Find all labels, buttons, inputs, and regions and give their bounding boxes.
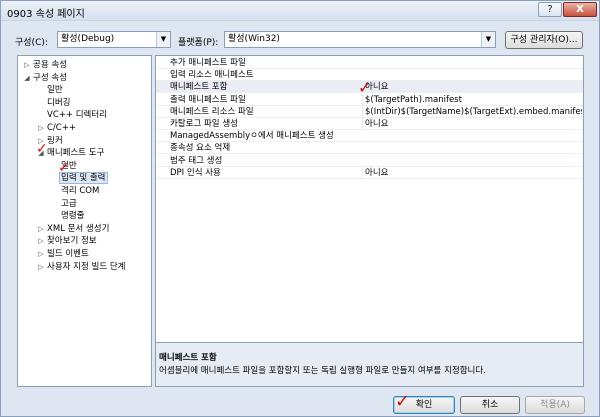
close-button[interactable]: X [563,2,597,17]
checkmark-annotation-icon: ✓ [58,160,70,176]
property-value[interactable]: $(IntDir)$(TargetName)$(TargetExt).embed… [362,105,582,118]
tree-item[interactable]: ▷ 공용 속성 [22,59,68,71]
property-name: 종속성 요소 억제 [170,143,231,154]
tree-item-label: 사용자 지정 빌드 단계 [47,261,126,272]
property-name: 매니페스트 포함 [170,82,228,93]
description-panel: 매니페스트 포함 어셈블리에 매니페스트 파일을 포함할지 또는 독립 실행형 … [155,343,584,387]
property-name: ManagedAssemblyㅇ에서 매니페스트 생성 [170,131,334,142]
property-name: 출력 매니페스트 파일 [170,94,246,105]
config-manager-button[interactable]: 구성 관리자(O)... [505,31,583,49]
property-value[interactable]: 아니요 [362,118,582,130]
property-name: 추가 매니페스트 파일 [170,58,246,68]
property-name: 카탈로그 파일 생성 [170,119,238,129]
property-value[interactable]: 아니요 [362,166,582,179]
apply-button[interactable]: 적용(A) [525,396,585,414]
property-pages-window: 0903 속성 페이지 ? X 구성(C): 활성(Debug) ▼ 플랫폼(P… [0,0,600,417]
expand-arrow-icon[interactable]: ▷ [22,59,32,71]
expand-arrow-icon[interactable]: ◢ [22,72,32,84]
tree-item[interactable]: 명령줄 [50,210,85,222]
checkmark-annotation-icon: ✓ [395,391,411,412]
tree-item-label: 공용 속성 [33,60,67,70]
property-row[interactable]: DPI 인식 사용 아니요 [156,166,583,179]
tree-item-label: VC++ 디렉터리 [47,110,107,121]
tree-item-label: 일반 [47,85,63,96]
property-row[interactable]: 카탈로그 파일 생성 아니요 [156,118,583,130]
tree-item-label: 명령줄 [61,211,85,222]
tree-item-label: XML 문서 생성기 [47,223,110,234]
property-tree[interactable]: ▷ 공용 속성 ◢ 구성 속성 일반 디버깅 VC++ 디렉터리 ▷ C/C++ ▷ 링커 ◢ 매니페스… [17,55,152,387]
property-row[interactable]: ManagedAssemblyㅇ에서 매니페스트 생성 [156,130,583,143]
tree-item[interactable]: VC++ 디렉터리 [36,109,108,121]
property-row[interactable]: 매니페스트 리소스 파일 $(IntDir)$(TargetName)$(Targ… [156,105,583,118]
tree-item[interactable]: ◢ 구성 속성 [22,72,68,84]
tree-item[interactable]: ▷ C/C++ [36,122,77,134]
property-grid[interactable]: 추가 매니페스트 파일 입력 리소스 매니페스트 매니페스트 포함 아니요 출력 매니페… [155,55,584,343]
property-name: 입력 리소스 매니페스트 [170,70,254,81]
property-row[interactable]: 종속성 요소 억제 [156,142,583,155]
config-combo[interactable]: 활성(Debug) ▼ [57,31,171,48]
property-value[interactable]: $(TargetPath).manifest [362,93,582,106]
expand-arrow-icon[interactable]: ▷ [36,122,46,134]
property-row[interactable]: 추가 매니페스트 파일 [156,57,583,69]
cancel-button[interactable]: 취소 [460,396,520,414]
tree-item-label: 찾아보기 정보 [47,236,97,247]
tree-item[interactable]: 디버깅 [36,97,71,109]
chevron-down-icon[interactable]: ▼ [481,32,495,47]
expand-arrow-icon[interactable]: ▷ [36,235,46,247]
config-combo-value: 활성(Debug) [61,34,115,44]
description-title: 매니페스트 포함 [159,353,217,363]
expand-arrow-icon[interactable]: ▷ [36,261,46,273]
property-name: 매니페스트 리소스 파일 [170,106,254,117]
tree-item[interactable]: 격리 COM [50,185,100,197]
tree-item[interactable]: ▷ 사용자 지정 빌드 단계 [36,261,127,273]
tree-item[interactable]: 일반 [36,84,64,96]
platform-combo-value: 활성(Win32) [228,34,280,44]
checkmark-annotation-icon: ✓ [358,78,372,97]
tree-item[interactable]: 고급 [50,198,78,210]
description-text: 어셈블리에 매니페스트 파일을 포함할지 또는 독립 실행형 파일로 만들지 여… [159,366,486,376]
platform-combo[interactable]: 활성(Win32) ▼ [224,31,496,48]
tree-item[interactable]: ▷ 빌드 이벤트 [36,248,90,260]
expand-arrow-icon[interactable]: ▷ [36,248,46,260]
platform-label: 플랫폼(P): [178,38,219,48]
tree-item-label: 링커 [47,135,63,146]
help-button[interactable]: ? [538,2,562,17]
property-row[interactable]: 범주 태그 생성 [156,155,583,167]
property-name: DPI 인식 사용 [170,167,221,178]
config-label: 구성(C): [15,38,48,48]
tree-item[interactable]: ▷ 찾아보기 정보 [36,235,98,247]
expand-arrow-icon[interactable]: ▷ [36,223,46,235]
window-title: 0903 속성 페이지 [7,9,85,20]
tree-item-label: 디버깅 [47,97,71,108]
checkmark-annotation-icon: ✓ [36,141,48,157]
property-value[interactable]: 아니요 [362,81,582,94]
tree-item-label: 빌드 이벤트 [47,249,89,259]
title-bar[interactable]: 0903 속성 페이지 ? X [1,1,599,21]
tree-item-label: 고급 [61,198,77,209]
tree-item[interactable]: ▷ XML 문서 생성기 [36,223,110,235]
tree-item-label: C/C++ [47,123,76,133]
chevron-down-icon[interactable]: ▼ [156,32,170,47]
tree-item-label: 구성 속성 [33,72,67,83]
tree-item-label: 격리 COM [61,186,100,196]
tree-item-label: 매니페스트 도구 [47,148,105,159]
property-name: 범주 태그 생성 [170,155,223,166]
